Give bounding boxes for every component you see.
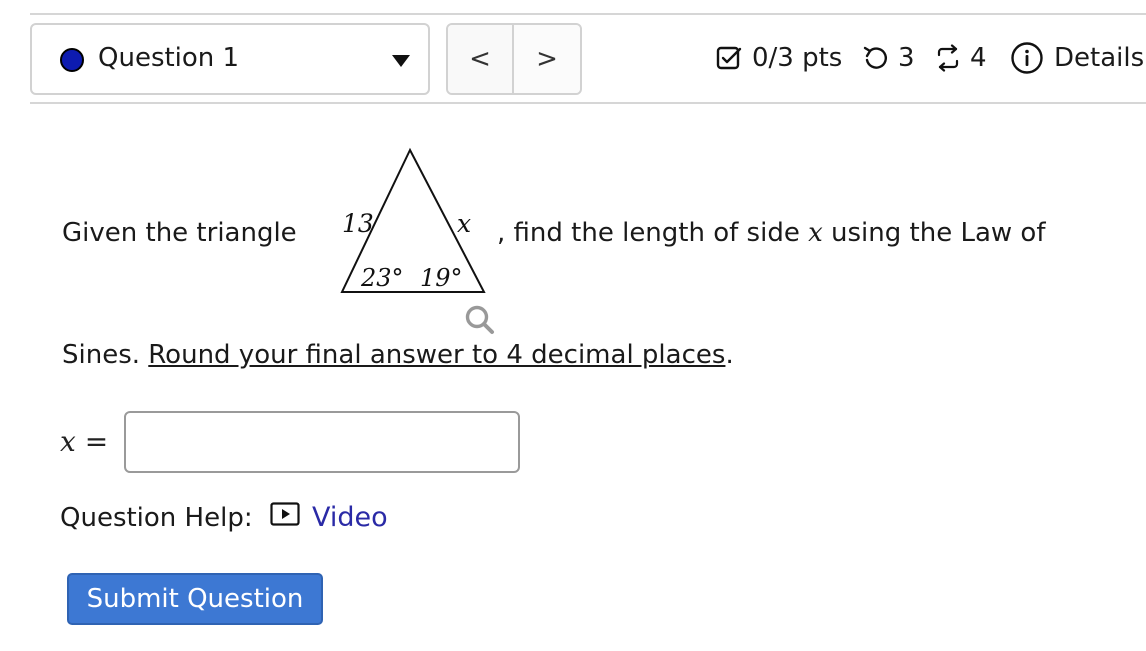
triangle-side-left: 13 — [342, 209, 374, 238]
question-status-dot — [60, 48, 84, 72]
prompt-variable: x — [808, 218, 823, 248]
prompt-end: using the Law of — [831, 218, 1046, 248]
triangle-angle-right: 19° — [420, 264, 463, 292]
header-divider — [30, 102, 1146, 104]
next-question-button[interactable]: > — [514, 25, 580, 93]
info-icon — [1010, 41, 1044, 75]
answer-label: x = — [60, 425, 108, 458]
details-label: Details — [1054, 43, 1145, 73]
question-prompt-start: Given the triangle — [62, 218, 297, 248]
prompt-comma: , — [497, 218, 506, 248]
chevron-down-icon — [392, 55, 410, 67]
video-help-label: Video — [312, 502, 388, 533]
chevron-right-icon: > — [536, 44, 558, 74]
prompt-line2-start: Sines. — [62, 340, 141, 370]
answer-equals: = — [84, 425, 109, 458]
question-nav: < > — [446, 23, 582, 95]
versions-count: 4 — [970, 43, 987, 73]
triangle-side-right: x — [457, 209, 471, 238]
checkbox-icon — [716, 45, 742, 71]
answer-input[interactable] — [124, 411, 520, 473]
versions-indicator: 4 — [934, 38, 987, 78]
question-prompt-line2: Sines. Round your final answer to 4 deci… — [62, 340, 734, 370]
answer-variable: x — [60, 425, 76, 458]
triangle-figure[interactable]: 13 x 23° 19° — [330, 146, 500, 298]
video-help-link[interactable]: Video — [270, 502, 388, 533]
points-text: 0/3 pts — [752, 43, 843, 73]
tries-indicator: 3 — [862, 38, 915, 78]
top-divider — [30, 13, 1146, 15]
prompt-mid: find the length of side — [513, 218, 800, 248]
magnifier-icon[interactable] — [463, 304, 497, 338]
rounding-instruction: Round your final answer to 4 decimal pla… — [148, 340, 726, 370]
question-selector-label: Question 1 — [98, 43, 240, 73]
submit-question-button[interactable]: Submit Question — [67, 573, 323, 625]
retry-icon — [862, 44, 890, 72]
triangle-angle-left: 23° — [360, 264, 404, 292]
previous-question-button[interactable]: < — [448, 25, 515, 93]
points-indicator: 0/3 pts — [716, 38, 842, 78]
question-prompt-rest: , find the length of side x using the La… — [497, 218, 1045, 248]
question-selector[interactable]: Question 1 — [30, 23, 430, 95]
prompt-line2-end: . — [725, 340, 734, 370]
details-button[interactable]: Details — [1010, 38, 1144, 78]
question-help-label: Question Help: — [60, 503, 253, 533]
tries-count: 3 — [898, 43, 915, 73]
versions-icon — [934, 44, 962, 72]
chevron-left-icon: < — [469, 44, 491, 74]
play-icon — [270, 502, 300, 533]
